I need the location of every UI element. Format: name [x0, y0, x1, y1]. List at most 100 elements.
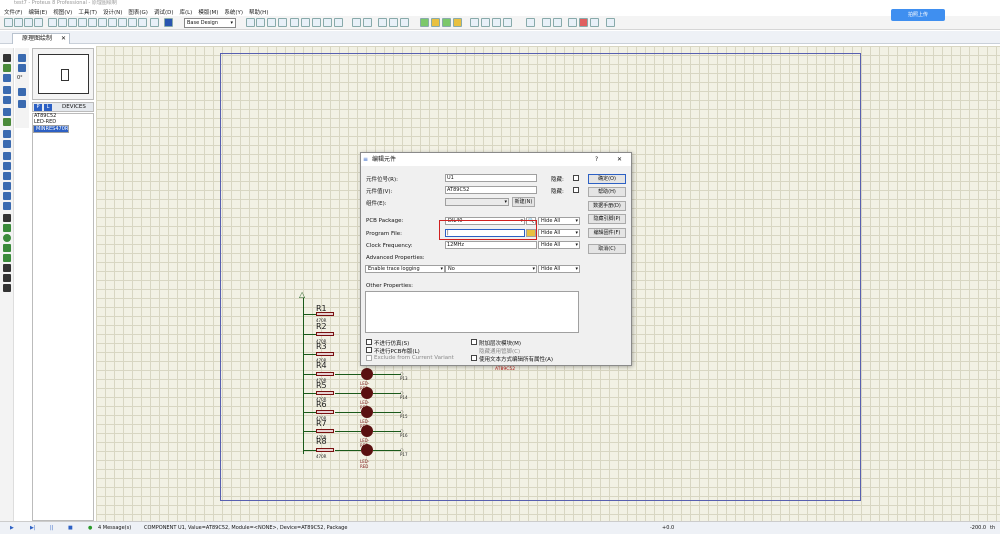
pan-icon[interactable] — [290, 18, 299, 27]
mirror-y-icon[interactable] — [18, 100, 26, 108]
resistor-r2[interactable] — [316, 332, 334, 336]
menu-debug[interactable]: 调试(D) — [154, 8, 174, 16]
play-icon[interactable]: ▶ — [10, 524, 14, 532]
advanced-property-select[interactable]: Enable trace logging ▾ — [365, 265, 445, 273]
block-delete-icon[interactable] — [453, 18, 462, 27]
vsm-studio-icon[interactable] — [128, 18, 137, 27]
zoom-icon[interactable] — [150, 18, 159, 27]
property-tool-icon[interactable] — [553, 18, 562, 27]
ref-field[interactable]: U1 — [445, 174, 537, 182]
resistor-r4[interactable] — [316, 372, 334, 376]
zoom-out-icon[interactable] — [312, 18, 321, 27]
menu-file[interactable]: 文件(F) — [4, 8, 22, 16]
block-move-icon[interactable] — [431, 18, 440, 27]
design-explorer-icon[interactable] — [108, 18, 117, 27]
junction-dot-icon[interactable] — [3, 74, 11, 82]
select-mode-icon[interactable] — [3, 54, 11, 62]
box-icon[interactable] — [3, 224, 11, 232]
menu-graph[interactable]: 图表(G) — [128, 8, 148, 16]
net-terminal[interactable]: ○ P14 — [400, 390, 408, 400]
menu-template[interactable]: 模版(M) — [198, 8, 218, 16]
resistor-r6[interactable] — [316, 410, 334, 414]
menu-library[interactable]: 库(L) — [179, 8, 192, 16]
resistor-r8[interactable] — [316, 448, 334, 452]
circle-icon[interactable] — [3, 234, 11, 242]
generator-icon[interactable] — [3, 172, 11, 180]
package-tool-icon[interactable] — [492, 18, 501, 27]
remove-sheet-icon[interactable] — [579, 18, 588, 27]
zoom-all-icon[interactable] — [323, 18, 332, 27]
close-project-icon[interactable] — [34, 18, 43, 27]
menu-system[interactable]: 系统(Y) — [224, 8, 243, 16]
copy-icon[interactable] — [389, 18, 398, 27]
edit-firmware-button[interactable]: 编辑固件(F) — [588, 228, 626, 238]
component-mode-icon[interactable] — [3, 64, 11, 72]
search-icon[interactable] — [470, 18, 479, 27]
symbol-icon[interactable] — [3, 274, 11, 282]
bom-icon[interactable] — [98, 18, 107, 27]
device-pins-icon[interactable] — [3, 140, 11, 148]
exclude-variant-checkbox[interactable] — [366, 355, 372, 361]
exit-to-parent-icon[interactable] — [590, 18, 599, 27]
net-terminal[interactable]: ○ P17 — [400, 447, 408, 457]
arc-icon[interactable] — [3, 244, 11, 252]
buses-icon[interactable] — [3, 108, 11, 116]
block-rotate-icon[interactable] — [442, 18, 451, 27]
net-terminal[interactable]: ○ P15 — [400, 409, 408, 419]
edit-all-text-checkbox[interactable] — [471, 355, 477, 361]
upload-button[interactable]: 拍照上传 — [891, 9, 945, 21]
resistor-r7[interactable] — [316, 429, 334, 433]
redo-icon[interactable] — [363, 18, 372, 27]
new-sheet-icon[interactable] — [568, 18, 577, 27]
open-file-icon[interactable] — [14, 18, 23, 27]
program-hide-select[interactable]: Hide All ▾ — [538, 229, 580, 237]
net-terminal[interactable]: ○ P13 — [400, 371, 408, 381]
advanced-hide-select[interactable]: Hide All ▾ — [538, 265, 580, 273]
message-count[interactable]: 4 Message(s) — [98, 524, 131, 532]
close-icon[interactable]: ✕ — [61, 34, 66, 44]
tab-schematic[interactable]: 原理图绘制 ✕ — [12, 33, 70, 44]
resistor-r3[interactable] — [316, 352, 334, 356]
terminals-icon[interactable] — [3, 130, 11, 138]
attach-hierarchy-checkbox[interactable] — [471, 339, 477, 345]
grid-icon[interactable] — [256, 18, 265, 27]
stop-icon[interactable]: ■ — [68, 524, 73, 532]
value-field[interactable]: AT89C52 — [445, 186, 537, 194]
graph-icon[interactable] — [3, 152, 11, 160]
led-d4[interactable] — [361, 368, 373, 380]
zoom-area-icon[interactable] — [334, 18, 343, 27]
mirror-x-icon[interactable] — [18, 88, 26, 96]
line-icon[interactable] — [3, 214, 11, 222]
led-d7[interactable] — [361, 425, 373, 437]
pick-device-button[interactable]: P — [34, 104, 42, 111]
clock-hide-select[interactable]: Hide All ▾ — [538, 241, 580, 249]
help-icon[interactable] — [164, 18, 173, 27]
hidden-pins-button[interactable]: 隐藏引脚(P) — [588, 214, 626, 224]
help-icon[interactable]: ? — [595, 153, 598, 166]
wire-label-icon[interactable] — [3, 86, 11, 94]
ok-button[interactable]: 确定(O) — [588, 174, 626, 184]
undo-icon[interactable] — [352, 18, 361, 27]
project-notes-icon[interactable] — [138, 18, 147, 27]
gerber-icon[interactable] — [88, 18, 97, 27]
sub-circuit-icon[interactable] — [3, 118, 11, 126]
resistor-r1[interactable] — [316, 312, 334, 316]
text-script-icon[interactable] — [3, 96, 11, 104]
menu-tools[interactable]: 工具(T) — [78, 8, 97, 16]
source-code-icon[interactable] — [118, 18, 127, 27]
cut-icon[interactable] — [378, 18, 387, 27]
save-icon[interactable] — [24, 18, 33, 27]
step-icon[interactable]: ▶| — [30, 524, 36, 532]
virtual-instruments-icon[interactable] — [3, 202, 11, 210]
overview-window[interactable] — [32, 48, 94, 100]
refresh-icon[interactable] — [246, 18, 255, 27]
value-hidden-checkbox[interactable] — [573, 187, 579, 193]
3d-icon[interactable] — [78, 18, 87, 27]
group-select[interactable]: ▾ — [445, 198, 509, 206]
pcb-hide-select[interactable]: Hide All ▾ — [538, 217, 580, 225]
close-icon[interactable]: ✕ — [617, 153, 622, 166]
paste-icon[interactable] — [400, 18, 409, 27]
tape-recorder-icon[interactable] — [3, 162, 11, 170]
led-d6[interactable] — [361, 406, 373, 418]
pause-icon[interactable]: || — [50, 524, 53, 532]
